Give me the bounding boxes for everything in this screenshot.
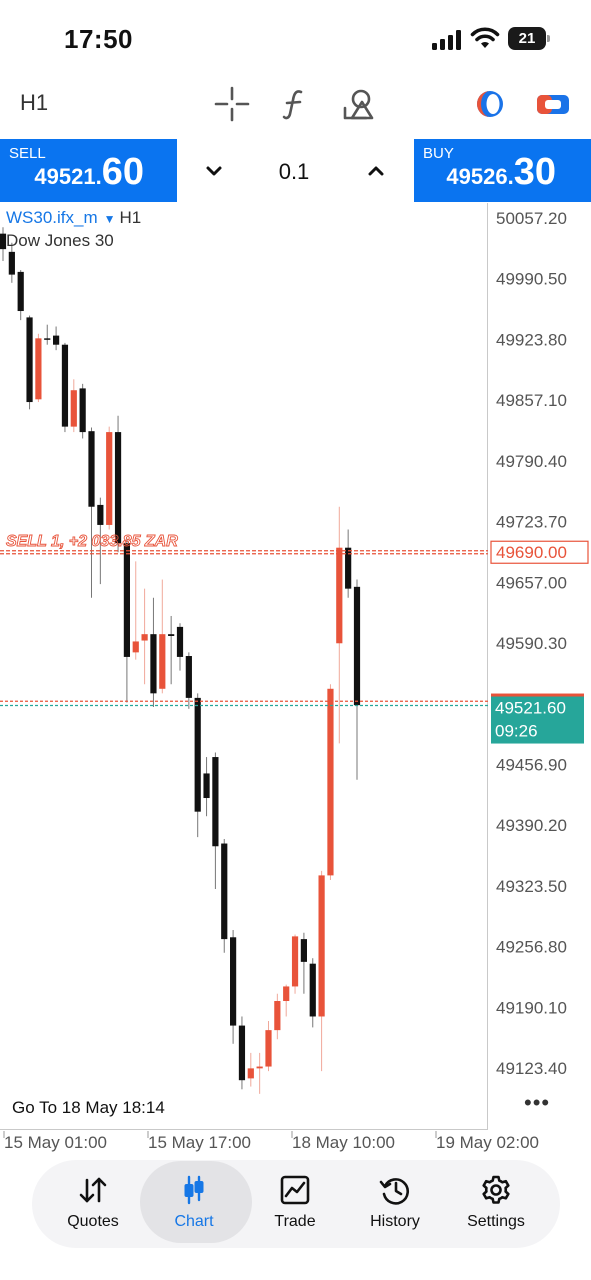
candle-body [256, 1066, 263, 1069]
candle-body [194, 697, 201, 812]
position-label: SELL 1, +2 033.85 ZAR [6, 533, 178, 550]
candle-body [283, 986, 290, 1002]
candle-body [141, 634, 148, 641]
quotes-icon [79, 1177, 107, 1203]
price-tick-label: 49123.40 [496, 1059, 567, 1078]
price-tick-label: 49923.80 [496, 330, 567, 349]
candle-body [230, 937, 237, 1026]
candle-body [150, 634, 157, 694]
candle-body [17, 271, 24, 312]
symbol-timeframe: H1 [119, 208, 142, 227]
candle-body [247, 1068, 254, 1079]
candle-body [203, 773, 210, 799]
candle-body [44, 338, 51, 340]
candle-body [221, 843, 228, 940]
candle-body [8, 251, 15, 275]
nav-settings[interactable]: Settings [446, 1160, 546, 1248]
nav-trade[interactable]: Trade [245, 1160, 345, 1248]
bottom-navigation: Quotes Chart Trade History Settings [32, 1160, 560, 1248]
candle-body [291, 936, 299, 987]
candle-body [79, 388, 86, 433]
more-dots-icon[interactable]: ••• [524, 1090, 550, 1116]
time-tick-label: 19 May 02:00 [436, 1133, 539, 1152]
candle-body [70, 390, 77, 427]
nav-label: History [370, 1213, 420, 1230]
price-tick-label: 49657.00 [496, 573, 567, 592]
candle-body [53, 335, 60, 345]
symbol-description: Dow Jones 30 [6, 231, 114, 250]
price-tick-label: 49857.10 [496, 391, 567, 410]
candle-body [168, 634, 175, 636]
candlestick-chart[interactable]: SELL 1, +2 033.85 ZAR 50057.20 49990.50 499… [0, 0, 591, 1160]
nav-chart[interactable]: Chart [140, 1160, 252, 1248]
candle-body [274, 1001, 281, 1031]
price-tick-label: 49723.70 [496, 513, 567, 532]
chart-icon [184, 1175, 204, 1205]
candle-body [88, 431, 95, 507]
nav-label: Chart [174, 1213, 214, 1230]
nav-label: Settings [467, 1213, 525, 1230]
candle-body [106, 432, 113, 525]
price-tick-label: 50057.20 [496, 209, 567, 228]
candle-body [97, 504, 104, 525]
position-price-label: 49690.00 [496, 543, 567, 562]
time-tick-label: 15 May 01:00 [4, 1133, 107, 1152]
candle-body [26, 317, 33, 403]
goto-date-button[interactable]: Go To 18 May 18:14 [12, 1098, 165, 1118]
candle-body [132, 641, 139, 653]
nav-quotes[interactable]: Quotes [43, 1160, 143, 1248]
candle-body [318, 875, 325, 1017]
ask-price-marker [491, 693, 584, 697]
nav-history[interactable]: History [345, 1160, 445, 1248]
candle-body [159, 634, 166, 689]
symbol-header[interactable]: WS30.ifx_m ▼ H1 [6, 208, 141, 228]
candle-body [353, 586, 361, 706]
nav-label: Quotes [67, 1213, 119, 1230]
symbol-name[interactable]: WS30.ifx_m [6, 208, 98, 227]
symbol-dropdown-icon[interactable]: ▼ [104, 212, 116, 226]
settings-icon [482, 1175, 510, 1204]
candle-body [309, 963, 316, 1017]
time-tick-label: 15 May 17:00 [148, 1133, 251, 1152]
candle-body [185, 656, 192, 698]
candle-body [123, 543, 130, 657]
candle-body [114, 432, 122, 544]
price-tick-label: 49590.30 [496, 634, 567, 653]
price-tick-label: 49323.50 [496, 877, 567, 896]
price-tick-label: 49190.10 [496, 998, 567, 1017]
price-tick-label: 49256.80 [496, 938, 567, 957]
price-tick-label: 49390.20 [496, 816, 567, 835]
history-icon [379, 1178, 409, 1205]
candle-body [300, 939, 307, 962]
candle-body [61, 344, 69, 427]
price-tick-label: 49456.90 [496, 755, 567, 774]
candle-body [35, 338, 42, 400]
candle-body [327, 688, 334, 876]
bar-countdown-label: 09:26 [495, 722, 538, 741]
time-tick-label: 18 May 10:00 [292, 1133, 395, 1152]
candle-body [212, 757, 219, 847]
nav-label: Trade [274, 1213, 316, 1230]
candle-body [238, 1025, 246, 1081]
price-tick-label: 49990.50 [496, 270, 567, 289]
bid-price-label: 49521.60 [495, 699, 566, 718]
trade-icon [280, 1175, 310, 1205]
price-tick-label: 49790.40 [496, 452, 567, 471]
candle-body [176, 626, 184, 657]
candle-body [336, 547, 343, 644]
candle-body [265, 1030, 272, 1067]
